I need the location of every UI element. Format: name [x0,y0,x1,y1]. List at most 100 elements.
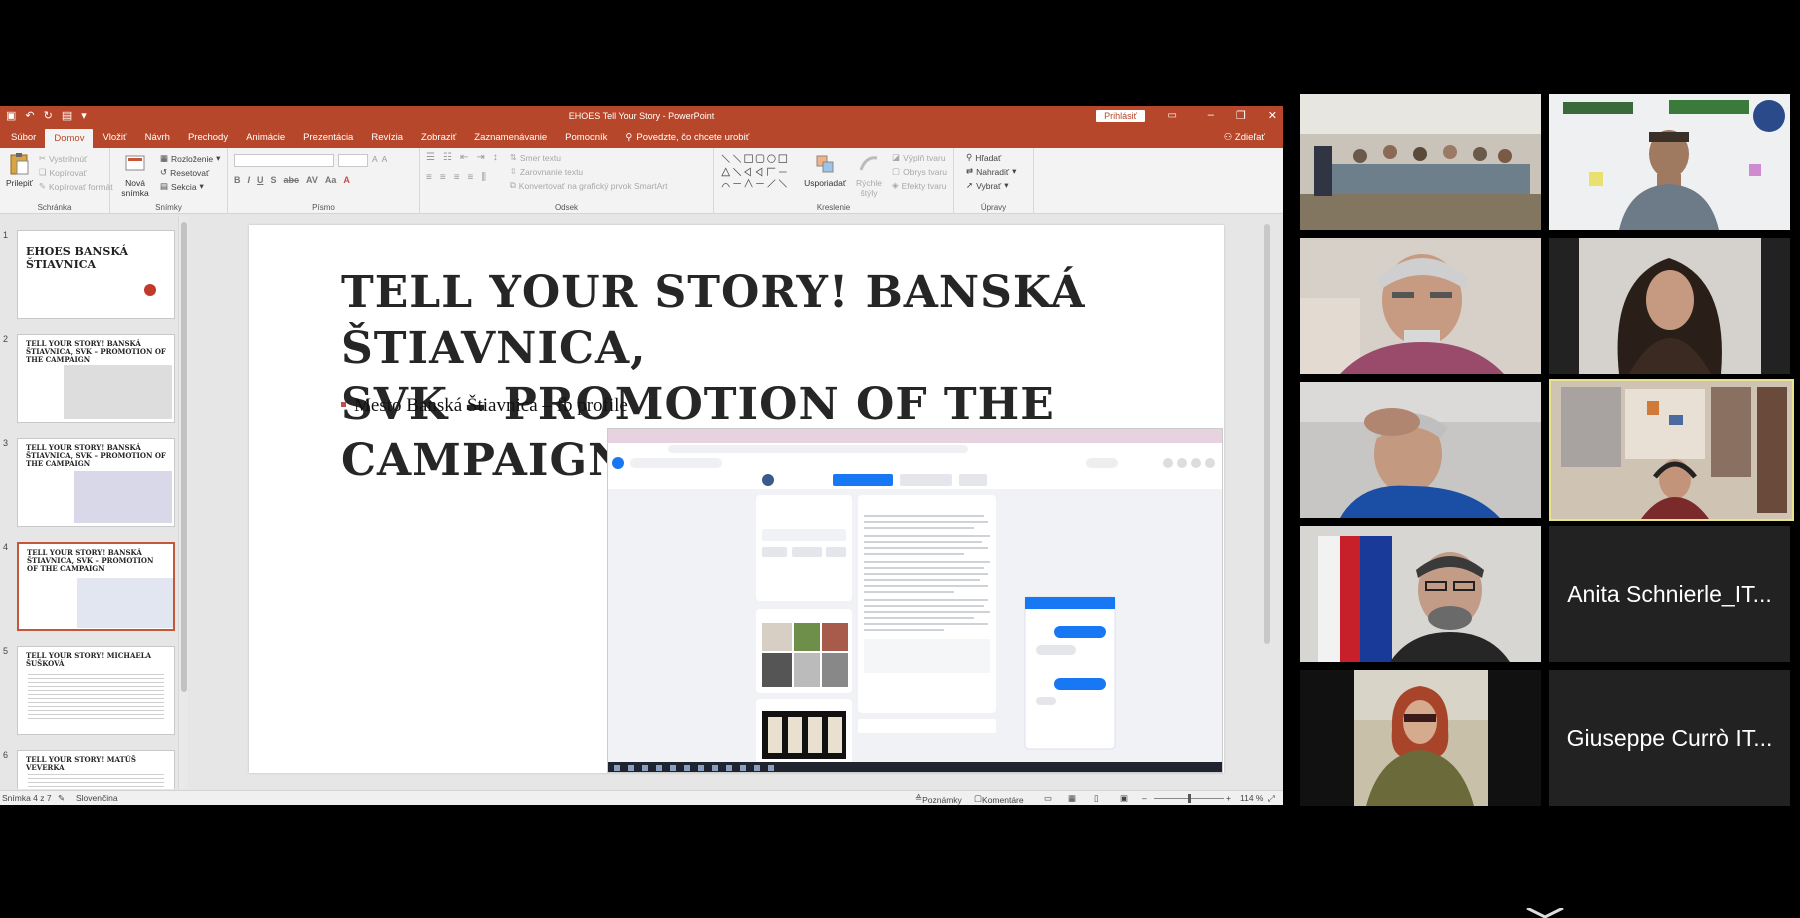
scrollbar-thumb[interactable] [181,222,187,692]
share-button[interactable]: ⚇ Zdieľať [1224,132,1265,143]
spelling-icon[interactable]: ✎ [58,793,65,804]
video-tile-man-poster[interactable] [1549,94,1790,230]
comments-button[interactable]: ▢ Komentáre [974,793,1024,805]
paste-icon [10,153,29,175]
copy-button[interactable]: ❏ Kopírovať [39,167,113,178]
shape-effects-button[interactable]: ◈ Efekty tvaru [892,180,947,191]
zoom-level[interactable]: 114 % [1240,793,1263,803]
video-tile-woman-dark-hair[interactable] [1549,238,1790,374]
thumbnail-slide-5[interactable]: TELL YOUR STORY! MICHAELA ŠUŠKOVÁ [17,646,175,735]
case-icon[interactable]: Aa [325,175,337,185]
numbering-icon[interactable]: ☷ [443,152,452,163]
align-right-icon[interactable]: ≡ [454,172,460,183]
tab-insert[interactable]: Vložiť [93,132,135,148]
shape-fill-button[interactable]: ◪ Výplň tvaru [892,152,947,163]
layout-button[interactable]: ▦ Rozloženie ▾ [160,153,220,164]
video-tile-active-speaker[interactable] [1549,379,1794,521]
slide-sorter-icon[interactable]: ▦ [1068,793,1076,804]
reset-button[interactable]: ↺ Resetovať [160,167,220,178]
video-tile-man-hand-head[interactable] [1300,382,1541,518]
tab-design[interactable]: Návrh [136,132,179,148]
video-tile-group-room[interactable] [1300,94,1541,230]
shapes-gallery[interactable] [720,152,798,192]
italic-icon[interactable]: I [248,175,251,185]
thumb-title: TELL YOUR STORY! BANSKÁ ŠTIAVNICA, SVK –… [27,548,154,573]
replace-button[interactable]: ⇄ Nahradiť ▾ [966,166,1027,177]
font-shrink-icon[interactable]: A [382,154,388,167]
bullets-icon[interactable]: ☰ [426,152,435,163]
chevron-down-icon[interactable] [1525,908,1565,918]
smartart-button[interactable]: ⧉ Konvertovať na grafický prvok SmartArt [510,180,668,191]
align-text-button[interactable]: ⇳ Zarovnanie textu [510,166,668,177]
tab-slideshow[interactable]: Prezentácia [294,132,362,148]
tab-recording[interactable]: Zaznamenávanie [465,132,556,148]
minimize-icon[interactable]: – [1208,109,1214,122]
video-tile-older-man[interactable] [1300,238,1541,374]
slide-scrollbar[interactable] [1263,216,1271,789]
ribbon-display-options-icon[interactable]: ▭ [1168,110,1177,121]
scrollbar-thumb[interactable] [1264,224,1270,644]
signin-button[interactable]: Prihlásiť [1096,110,1145,122]
tab-file[interactable]: Súbor [2,132,45,148]
find-button[interactable]: ⚲ Hľadať [966,152,1027,163]
thumbnail-slide-3[interactable]: TELL YOUR STORY! BANSKÁ ŠTIAVNICA, SVK –… [17,438,175,527]
thumbnails-scrollbar[interactable] [178,216,188,789]
tab-animations[interactable]: Animácie [237,132,294,148]
embedded-facebook-screenshot[interactable] [607,428,1223,773]
shape-outline-button[interactable]: ▢ Obrys tvaru [892,166,947,177]
line-spacing-icon[interactable]: ↕ [493,152,498,163]
chevron-down-icon: ▾ [216,153,221,163]
tell-me-search[interactable]: ⚲ Povedzte, čo chcete urobiť [616,132,758,148]
justify-icon[interactable]: ≡ [468,172,474,183]
fit-slide-icon[interactable]: ⤢ [1268,793,1275,804]
tab-transitions[interactable]: Prechody [179,132,237,148]
tab-home[interactable]: Domov [45,129,94,148]
indent-decrease-icon[interactable]: ⇤ [460,152,468,163]
select-button[interactable]: ➚ Vybrať ▾ [966,180,1027,191]
strikethrough-icon[interactable]: abc [284,175,300,185]
slide-bullet[interactable]: Mesto Banská Štiavnica – fb profile [341,395,628,417]
thumbnail-slide-1[interactable]: EHOES BANSKÁ ŠTIAVNICA [17,230,175,319]
shadow-icon[interactable]: S [271,175,277,185]
video-tile-man-glasses-flags[interactable] [1300,526,1541,662]
slideshow-view-icon[interactable]: ▣ [1120,793,1128,804]
video-tile-giuseppe[interactable]: Giuseppe Currò IT... [1549,670,1790,806]
align-center-icon[interactable]: ≡ [440,172,446,183]
arrange-button[interactable]: Usporiadať [804,152,846,198]
quick-styles-button[interactable]: Rýchle štýly [852,152,886,198]
slide-canvas[interactable]: TELL YOUR STORY! BANSKÁ ŠTIAVNICA, SVK –… [249,225,1224,773]
thumbnail-slide-6[interactable]: TELL YOUR STORY! MATÚŠ VEVERKA [17,750,175,789]
font-size-combobox[interactable] [338,154,368,167]
tab-view[interactable]: Zobraziť [412,132,465,148]
video-tile-woman-jacket[interactable] [1300,670,1541,806]
paste-button[interactable]: Prilepiť [6,152,33,192]
new-slide-button[interactable]: Nová snímka [116,152,154,198]
tab-review[interactable]: Revízia [362,132,412,148]
format-painter-button[interactable]: ✎ Kopírovať formát [39,181,113,192]
zoom-in-icon[interactable]: + [1226,793,1231,803]
tab-help[interactable]: Pomocník [556,132,616,148]
zoom-out-icon[interactable]: – [1142,793,1147,803]
columns-icon[interactable]: ⫼ [481,172,486,183]
normal-view-icon[interactable]: ▭ [1044,793,1052,804]
thumbnail-slide-4[interactable]: TELL YOUR STORY! BANSKÁ ŠTIAVNICA, SVK –… [17,542,175,631]
cut-button[interactable]: ✂ Vystrihnúť [39,153,113,164]
section-button[interactable]: ▤ Sekcia ▾ [160,181,220,192]
language-indicator[interactable]: Slovenčina [76,793,118,803]
indent-increase-icon[interactable]: ⇥ [476,152,484,163]
bold-icon[interactable]: B [234,175,241,185]
maximize-icon[interactable]: ❐ [1236,109,1246,122]
text-direction-button[interactable]: ⇅ Smer textu [510,152,668,163]
font-grow-icon[interactable]: A [372,154,378,167]
spacing-icon[interactable]: AV [306,175,318,185]
font-name-combobox[interactable] [234,154,334,167]
underline-icon[interactable]: U [257,175,264,185]
align-left-icon[interactable]: ≡ [426,172,432,183]
video-tile-anita[interactable]: Anita Schnierle_IT... [1549,526,1790,662]
font-color-icon[interactable]: A [343,175,350,185]
thumbnail-slide-2[interactable]: TELL YOUR STORY! BANSKÁ ŠTIAVNICA, SVK –… [17,334,175,423]
notes-button[interactable]: ≙ Poznámky [915,793,962,805]
zoom-slider-thumb[interactable] [1188,794,1191,803]
close-icon[interactable]: ✕ [1268,109,1277,122]
reading-view-icon[interactable]: ▯ [1094,793,1099,804]
